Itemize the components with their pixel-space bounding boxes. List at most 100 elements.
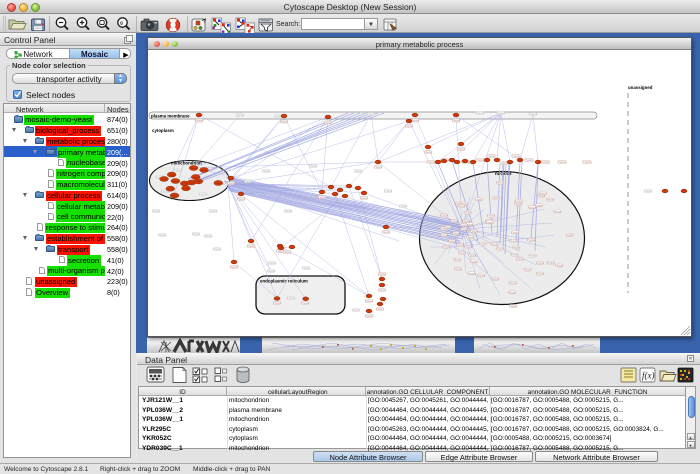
svg-text:Yxxxxx: Yxxxxx xyxy=(283,251,292,254)
svg-text:Yxxxxx: Yxxxxx xyxy=(365,315,374,318)
svg-text:Yxxxxx: Yxxxxx xyxy=(479,243,488,246)
svg-text:Yxxxx: Yxxxx xyxy=(167,189,174,191)
svg-text:Yxxxxx: Yxxxxx xyxy=(384,190,393,193)
svg-text:Yxxxxx: Yxxxxx xyxy=(514,203,523,206)
svg-text:Yxxxxx: Yxxxxx xyxy=(558,161,567,164)
svg-text:Yxxxxx: Yxxxxx xyxy=(262,170,271,173)
svg-text:Yxxxxx: Yxxxxx xyxy=(509,282,518,285)
svg-text:Yxxxxx: Yxxxxx xyxy=(583,161,592,164)
svg-text:Yxxxxx: Yxxxxx xyxy=(302,267,311,270)
svg-text:Yxxxxx: Yxxxxx xyxy=(510,254,519,257)
svg-text:Yxxxxx: Yxxxxx xyxy=(491,278,500,281)
svg-text:Yxxxx: Yxxxx xyxy=(215,183,222,185)
svg-text:Yxxxxx: Yxxxxx xyxy=(525,159,534,162)
svg-text:Yxxxxx: Yxxxxx xyxy=(199,193,208,196)
svg-text:Yxxxxx: Yxxxxx xyxy=(547,262,556,265)
svg-text:Yxxxxx: Yxxxxx xyxy=(511,231,520,234)
svg-text:Yxxxxx: Yxxxxx xyxy=(360,197,369,200)
svg-text:Yxxxxx: Yxxxxx xyxy=(524,269,533,272)
svg-text:Yxxxx: Yxxxx xyxy=(182,183,189,185)
svg-text:Yxxxxx: Yxxxxx xyxy=(496,182,505,185)
svg-text:Yxxxxx: Yxxxxx xyxy=(365,300,374,303)
svg-text:Yxxxxx: Yxxxxx xyxy=(452,232,461,235)
svg-text:Yxxxxx: Yxxxxx xyxy=(537,195,546,198)
svg-text:Yxxxxx: Yxxxxx xyxy=(462,220,471,223)
svg-text:Yxxxxx: Yxxxxx xyxy=(541,161,550,164)
svg-text:Yxxxxx: Yxxxxx xyxy=(209,210,218,213)
svg-text:Yxxxxx: Yxxxxx xyxy=(468,254,477,257)
svg-text:Yxxxxx: Yxxxxx xyxy=(318,196,327,199)
svg-text:Yxxxxx: Yxxxxx xyxy=(470,260,479,263)
svg-text:Yxxxxx: Yxxxxx xyxy=(464,246,473,249)
svg-text:Yxxxxx: Yxxxxx xyxy=(452,120,461,123)
svg-text:Yxxxxx: Yxxxxx xyxy=(411,120,420,123)
svg-text:Yxxxxx: Yxxxxx xyxy=(536,262,545,265)
svg-text:Yxxxxx: Yxxxxx xyxy=(516,258,525,261)
svg-text:Yxxxxx: Yxxxxx xyxy=(405,125,414,128)
svg-text:Yxxxxx: Yxxxxx xyxy=(287,297,296,300)
svg-text:⊙: ⊙ xyxy=(120,20,124,25)
svg-text:Yxxxxx: Yxxxxx xyxy=(448,240,457,243)
svg-text:Yxxxxx: Yxxxxx xyxy=(280,121,289,124)
svg-text:Yxxxxx: Yxxxxx xyxy=(450,220,459,223)
svg-text:Yxxxx: Yxxxx xyxy=(172,195,179,197)
svg-text:Yxxxxx: Yxxxxx xyxy=(486,221,495,224)
svg-text:Yxxxxx: Yxxxxx xyxy=(309,165,318,168)
svg-text:Yxxxxx: Yxxxxx xyxy=(458,252,467,255)
svg-text:Yxxxxx: Yxxxxx xyxy=(536,273,545,276)
svg-text:Yxxxxx: Yxxxxx xyxy=(213,248,222,251)
svg-text:Yxxxxx: Yxxxxx xyxy=(440,214,449,217)
svg-text:Yxxxxx: Yxxxxx xyxy=(273,302,282,305)
svg-text:Yxxxx: Yxxxx xyxy=(193,177,200,179)
svg-text:Yxxxxx: Yxxxxx xyxy=(512,155,521,158)
svg-text:Yxxxxx: Yxxxxx xyxy=(460,228,469,231)
svg-text:Yxxxxx: Yxxxxx xyxy=(468,272,477,275)
svg-text:Yxxxxx: Yxxxxx xyxy=(382,231,391,234)
svg-text:Yxxxxx: Yxxxxx xyxy=(236,114,245,117)
svg-text:Yxxxxx: Yxxxxx xyxy=(460,224,469,227)
svg-text:Yxxxxx: Yxxxxx xyxy=(457,205,466,208)
svg-text:Yxxxxx: Yxxxxx xyxy=(470,230,479,233)
svg-text:Yxxxxx: Yxxxxx xyxy=(367,113,376,116)
svg-text:Yxxxx: Yxxxx xyxy=(161,179,168,181)
svg-text:Yxxxxx: Yxxxxx xyxy=(195,120,204,123)
svg-text:Yxxxxx: Yxxxxx xyxy=(376,308,385,311)
svg-text:Yxxxxx: Yxxxxx xyxy=(555,265,564,268)
svg-text:Yxxxxx: Yxxxxx xyxy=(442,246,451,249)
svg-text:Yxxxxx: Yxxxxx xyxy=(454,268,463,271)
svg-text:Yxxxx: Yxxxx xyxy=(191,168,198,170)
svg-text:Yxxxxx: Yxxxxx xyxy=(352,309,361,312)
svg-text:Yxxxxx: Yxxxxx xyxy=(378,289,387,292)
svg-text:Yxxxxx: Yxxxxx xyxy=(301,302,310,305)
svg-text:cytoplasm: cytoplasm xyxy=(152,128,174,133)
svg-text:Yxxxxx: Yxxxxx xyxy=(476,159,485,162)
svg-text:Yxxxxx: Yxxxxx xyxy=(553,210,562,213)
svg-text:Yxxxxx: Yxxxxx xyxy=(158,234,167,237)
svg-text:Yxxxxx: Yxxxxx xyxy=(174,169,183,172)
svg-text:Yxxxxx: Yxxxxx xyxy=(546,199,555,202)
svg-text:Yxxxxx: Yxxxxx xyxy=(204,235,213,238)
svg-text:Yxxxxx: Yxxxxx xyxy=(527,239,536,242)
svg-text:Yxxxxx: Yxxxxx xyxy=(497,112,506,115)
svg-text:Yxxxxx: Yxxxxx xyxy=(354,170,363,173)
svg-text:Yxxxxx: Yxxxxx xyxy=(152,210,161,213)
svg-text:Yxxxx: Yxxxx xyxy=(169,174,176,176)
svg-text:Yxxxxx: Yxxxxx xyxy=(492,197,501,200)
svg-text:Yxxxxx: Yxxxxx xyxy=(535,204,544,207)
svg-text:Yxxxxx: Yxxxxx xyxy=(476,112,485,115)
svg-text:Yxxxxx: Yxxxxx xyxy=(477,275,486,278)
svg-text:Yxxxxx: Yxxxxx xyxy=(644,190,653,193)
svg-text:Yxxxxx: Yxxxxx xyxy=(227,182,236,185)
svg-text:Yxxxxx: Yxxxxx xyxy=(539,193,548,196)
svg-text:Yxxxx: Yxxxx xyxy=(195,181,202,183)
svg-text:endoplasmic reticulum: endoplasmic reticulum xyxy=(260,279,308,284)
svg-text:f(x): f(x) xyxy=(642,371,655,381)
svg-text:Yxxxxx: Yxxxxx xyxy=(237,198,246,201)
svg-text:Yxxxxx: Yxxxxx xyxy=(230,266,239,269)
svg-text:Yxxxxx: Yxxxxx xyxy=(508,291,517,294)
svg-text:Yxxxxx: Yxxxxx xyxy=(515,200,524,203)
svg-text:Yxxxxx: Yxxxxx xyxy=(427,161,436,164)
svg-text:Yxxxxx: Yxxxxx xyxy=(464,212,473,215)
svg-text:Yxxxx: Yxxxx xyxy=(183,188,190,190)
svg-text:Yxxxxx: Yxxxxx xyxy=(490,243,499,246)
